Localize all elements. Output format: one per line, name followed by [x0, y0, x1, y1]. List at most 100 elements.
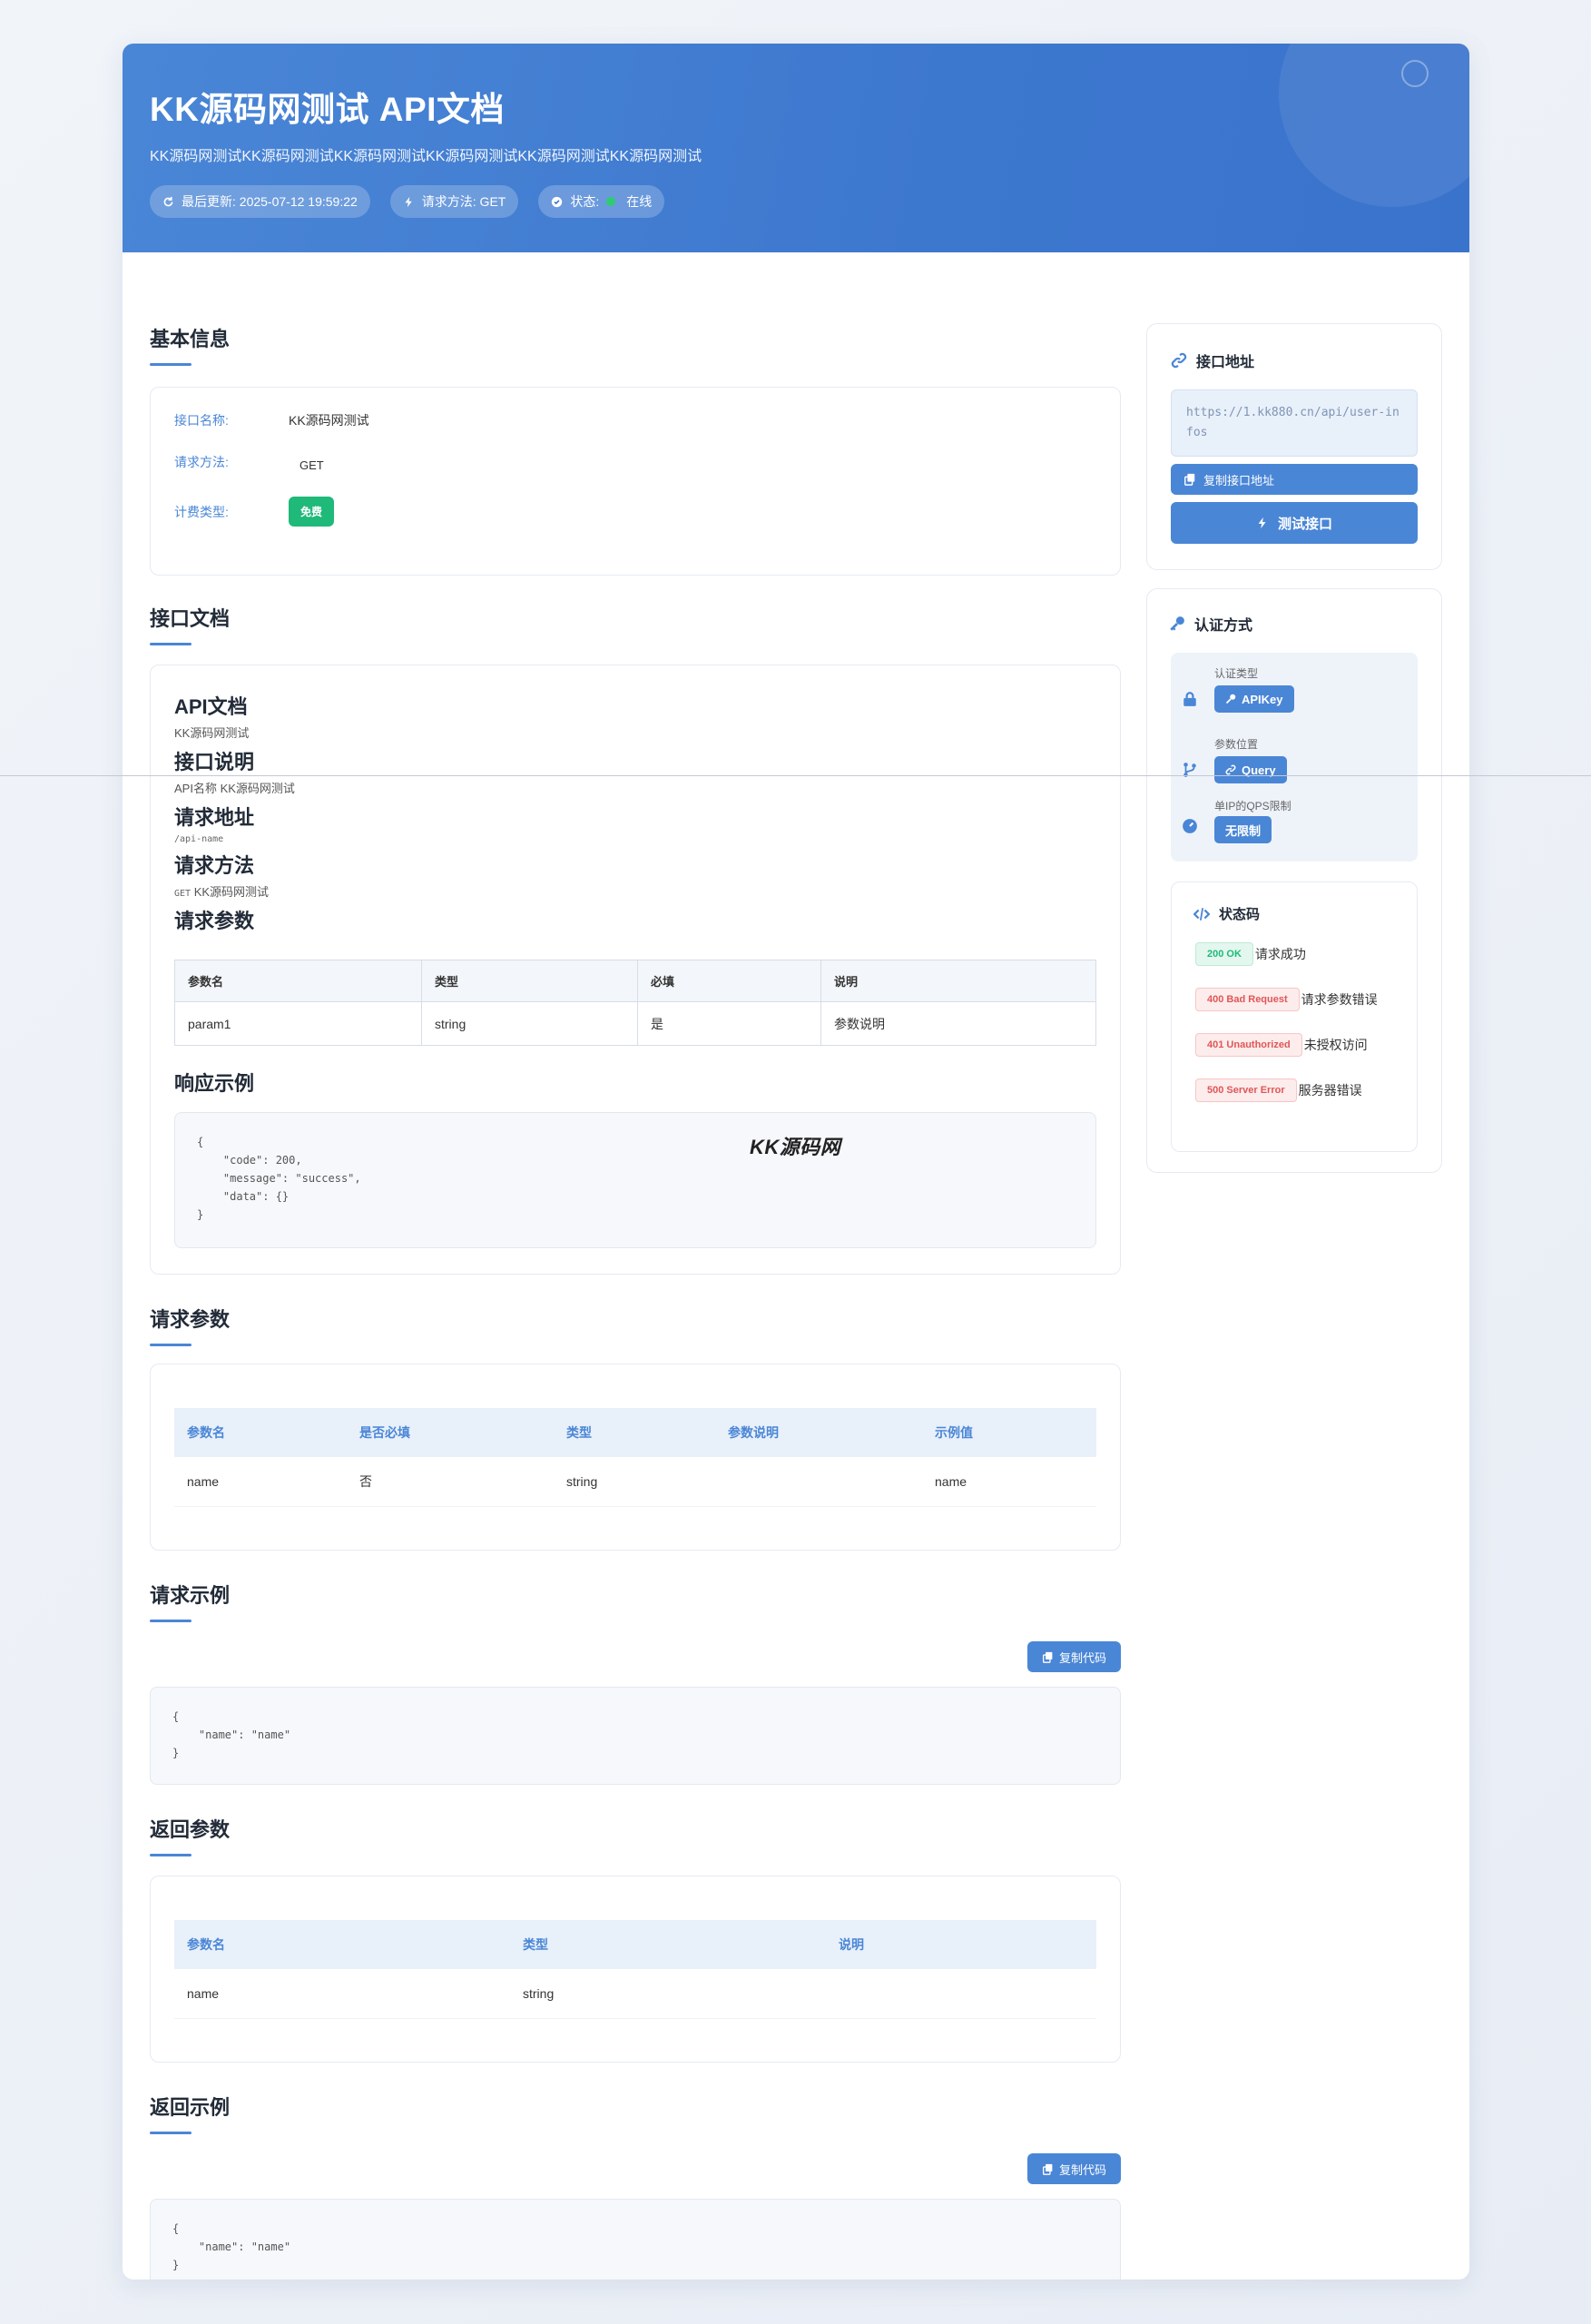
status-tag: 500 Server Error [1195, 1078, 1297, 1102]
section-underline [150, 1854, 192, 1856]
response-code-block: { "name": "name" } [150, 2199, 1121, 2280]
auth-qps-row: 单IP的QPS限制 无限制 [1171, 798, 1418, 852]
status-badge: 状态: 在线 [538, 185, 665, 218]
last-update-text: 最后更新: 2025-07-12 19:59:22 [182, 194, 358, 209]
info-row-billing: 计费类型: 免费 [174, 497, 335, 527]
table-cell [826, 1969, 1096, 2019]
doc-text: KK源码网测试 [193, 885, 270, 899]
status-row: 200 OK 请求成功 [1195, 942, 1306, 966]
section-title: 返回参数 [150, 1818, 231, 1841]
copy-code-button[interactable]: 复制代码 [1026, 2153, 1121, 2184]
table-row: param1 string 是 参数说明 [174, 1001, 1096, 1046]
watermark: KK源码网 [750, 1136, 841, 1158]
doc-params-table: 参数名 类型 必填 说明 param1 string 是 参数说明 [174, 960, 1096, 1046]
auth-location-pill: Query [1214, 756, 1287, 783]
method-badge-text: 请求方法: GET [421, 194, 506, 209]
table-header-row: 参数名 类型 必填 说明 [174, 960, 1096, 1002]
header-banner: KK源码网测试 API文档 KK源码网测试KK源码网测试KK源码网测试KK源码网… [123, 44, 1469, 252]
auth-title: 认证方式 [1194, 618, 1253, 634]
bolt-icon [405, 196, 412, 207]
auth-type-label: 认证类型 [1214, 667, 1259, 680]
table-cell [715, 1457, 922, 1507]
section-title: 返回示例 [150, 2096, 231, 2119]
online-dot [606, 197, 616, 206]
table-cell: name [174, 1457, 347, 1507]
auth-card: 认证方式 认证类型 APIKey 参数位置 Query 单IP的QPS限制 无限… [1146, 588, 1442, 1173]
request-code-block: { "name": "name" } [150, 1687, 1121, 1785]
api-doc-page: KK源码网测试 API文档 KK源码网测试KK源码网测试KK源码网测试KK源码网… [123, 44, 1469, 2280]
table-header: 说明 [826, 1920, 1096, 1969]
test-api-button[interactable]: 测试接口 [1171, 502, 1418, 544]
status-desc: 服务器错误 [1298, 1083, 1362, 1098]
copy-url-button[interactable]: 复制接口地址 [1171, 464, 1418, 495]
table-wrapper: 参数名 类型 说明 name string [174, 1920, 1096, 2019]
doc-code: /api-name [174, 834, 224, 844]
refresh-icon [163, 196, 173, 206]
table-row: name string [174, 1969, 1096, 2019]
method-badge: 请求方法: GET [389, 185, 519, 218]
table-header: 说明 [820, 960, 1096, 1002]
auth-type-value: APIKey [1242, 692, 1283, 706]
auth-location-label: 参数位置 [1214, 738, 1259, 751]
decorative-circle [1279, 44, 1469, 207]
request-params-table: 参数名 是否必填 类型 参数说明 示例值 name 否 string name [174, 1408, 1096, 1507]
copy-icon [1184, 473, 1195, 486]
auth-details: 认证类型 APIKey 参数位置 Query 单IP的QPS限制 无限制 [1171, 653, 1418, 862]
endpoint-url[interactable]: https://1.kk880.cn/api/user-infos [1171, 389, 1418, 457]
request-params-section: 请求参数 [150, 1304, 1121, 1346]
table-cell: 是 [637, 1001, 821, 1046]
last-update-badge: 最后更新: 2025-07-12 19:59:22 [150, 185, 370, 218]
free-badge: 免费 [289, 497, 335, 527]
copy-code-button[interactable]: 复制代码 [1026, 1641, 1121, 1672]
doc-heading: 接口说明 [174, 751, 255, 773]
status-desc: 请求成功 [1254, 947, 1306, 961]
table-header: 示例值 [922, 1408, 1096, 1457]
response-code-block: { "code": 200, "message": "success", "da… [174, 1112, 1096, 1248]
table-cell: string [421, 1001, 638, 1046]
doc-text: API名称 KK源码网测试 [174, 782, 295, 795]
status-codes-card: 状态码 200 OK 请求成功 400 Bad Request 请求参数错误 4… [1171, 881, 1418, 1152]
table-cell: 参数说明 [820, 1001, 1096, 1046]
table-wrapper: 参数名 是否必填 类型 参数说明 示例值 name 否 string name [174, 1408, 1096, 1507]
info-row-method: 请求方法: GET [174, 451, 335, 473]
status-desc: 请求参数错误 [1301, 992, 1378, 1007]
api-doc-card: API文档 KK源码网测试 接口说明 API名称 KK源码网测试 请求地址 /a… [150, 665, 1121, 1275]
table-header: 参数说明 [715, 1408, 922, 1457]
table-header-row: 参数名 是否必填 类型 参数说明 示例值 [174, 1408, 1096, 1457]
section-title: 基本信息 [150, 328, 231, 350]
auth-heading: 认证方式 [1169, 613, 1252, 635]
response-params-table: 参数名 类型 说明 name string [174, 1920, 1096, 2019]
section-title: 请求参数 [150, 1308, 231, 1331]
info-label: 接口名称: [174, 413, 229, 428]
test-api-label: 测试接口 [1277, 516, 1332, 532]
auth-type-row: 认证类型 APIKey [1171, 665, 1418, 729]
status-codes-title: 状态码 [1219, 907, 1261, 922]
status-value: 在线 [626, 194, 653, 209]
bolt-icon [1258, 517, 1266, 529]
response-params-card: 参数名 类型 说明 name string [150, 1876, 1121, 2063]
section-title: 请求示例 [150, 1584, 231, 1607]
copy-icon [1042, 2163, 1053, 2175]
section-underline [150, 643, 192, 645]
section-underline [150, 1344, 192, 1346]
table-cell: name [922, 1457, 1096, 1507]
basic-info-section: 基本信息 [150, 323, 1121, 366]
status-tag: 400 Bad Request [1195, 988, 1300, 1011]
doc-content: API文档 KK源码网测试 接口说明 API名称 KK源码网测试 请求地址 /a… [174, 691, 1096, 1097]
status-tag: 401 Unauthorized [1195, 1033, 1302, 1057]
status-desc: 未授权访问 [1303, 1038, 1368, 1052]
code-icon [1193, 907, 1210, 921]
key-icon [1170, 616, 1184, 631]
auth-qps-label: 单IP的QPS限制 [1214, 800, 1291, 812]
check-circle-icon [552, 196, 563, 207]
doc-code: GET [174, 889, 192, 899]
section-underline [150, 2132, 192, 2134]
status-row: 500 Server Error 服务器错误 [1195, 1078, 1362, 1102]
table-cell: string [510, 1969, 826, 2019]
response-params-section: 返回参数 [150, 1814, 1121, 1856]
request-params-card: 参数名 是否必填 类型 参数说明 示例值 name 否 string name [150, 1364, 1121, 1551]
table-cell: 否 [347, 1457, 554, 1507]
divider-line [0, 775, 1591, 776]
info-label: 计费类型: [174, 504, 229, 519]
key-icon [1225, 694, 1236, 704]
